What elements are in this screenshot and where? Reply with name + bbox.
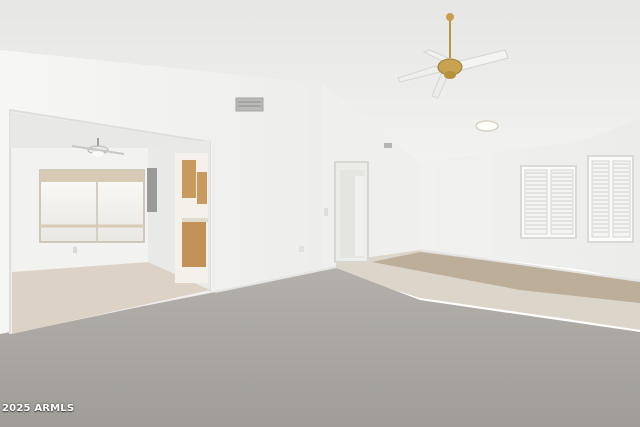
window-shutters-right [587, 155, 634, 243]
air-vent-icon [235, 97, 264, 112]
ceiling-light-icon [475, 120, 499, 132]
kitchen-upper-cabinet [182, 160, 196, 198]
kitchen-lower-cabinet [182, 221, 206, 267]
wall-outlet-sunroom [73, 247, 77, 253]
room-illustration [0, 0, 640, 427]
wall-outlet [299, 246, 304, 252]
light-switch [324, 208, 328, 216]
small-vent-icon [384, 143, 392, 148]
watermark-text: 2025 ARMLS [2, 403, 75, 414]
wall-picture [147, 168, 157, 212]
sunroom-window-valance [40, 170, 144, 182]
room-photo: 2025 ARMLS [0, 0, 640, 427]
